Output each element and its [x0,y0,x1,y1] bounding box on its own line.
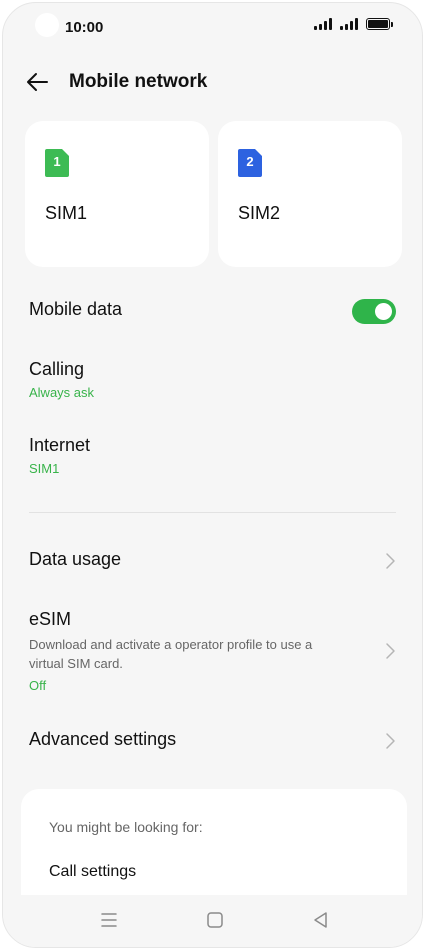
top-app-bar: Mobile network [3,61,422,101]
back-triangle-icon[interactable] [310,909,332,931]
sim-card-icon: 1 [45,149,69,177]
toggle-knob [375,303,392,320]
signal-sim1-icon [314,18,332,30]
esim-row[interactable]: eSIM Download and activate a operator pr… [29,609,396,693]
data-usage-label: Data usage [29,549,122,569]
chevron-right-icon [386,643,395,659]
calling-value: Always ask [29,385,95,400]
battery-icon [366,18,393,30]
chevron-right-icon [386,733,395,749]
calling-row[interactable]: Calling Always ask [29,359,396,400]
status-icons [314,18,393,30]
sim2-card[interactable]: 2 SIM2 [218,121,402,267]
signal-sim2-icon [340,18,358,30]
esim-description: Download and activate a operator profile… [29,637,313,671]
internet-row[interactable]: Internet SIM1 [29,435,396,476]
navigation-bar [3,895,422,947]
front-camera [35,13,59,37]
suggestion-call-settings[interactable]: Call settings [49,863,136,881]
sim1-label: SIM1 [45,203,88,223]
status-bar: 10:00 [3,3,422,51]
internet-value: SIM1 [29,461,60,476]
data-usage-row[interactable]: Data usage [29,549,396,573]
back-arrow-icon[interactable] [25,69,51,95]
advanced-settings-label: Advanced settings [29,729,177,749]
recent-apps-icon[interactable] [98,909,120,931]
calling-label: Calling [29,359,85,379]
mobile-data-toggle[interactable] [352,299,396,324]
section-divider [29,512,396,513]
mobile-data-label: Mobile data [29,299,123,319]
sim1-card[interactable]: 1 SIM1 [25,121,209,267]
esim-label: eSIM [29,609,72,629]
advanced-settings-row[interactable]: Advanced settings [29,729,396,753]
home-icon[interactable] [204,909,226,931]
internet-label: Internet [29,435,91,455]
mobile-data-row[interactable]: Mobile data [29,299,396,327]
chevron-right-icon [386,553,395,569]
phone-screen: 10:00 Mobile network 1 SIM1 2 SIM2 Mobil… [2,2,423,948]
status-time: 10:00 [65,19,104,36]
sim-card-icon: 2 [238,149,262,177]
suggestions-header: You might be looking for: [49,819,203,835]
page-title: Mobile network [69,71,208,92]
esim-value: Off [29,678,47,693]
sim2-label: SIM2 [238,203,281,223]
